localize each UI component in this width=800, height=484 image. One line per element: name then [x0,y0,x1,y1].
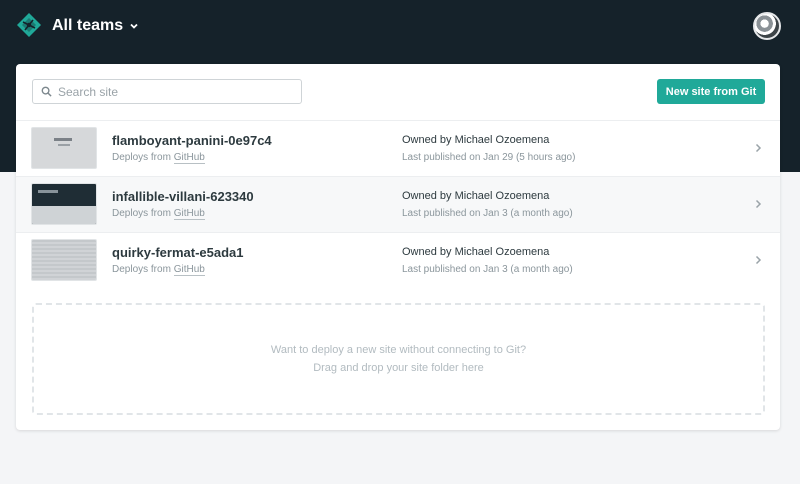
netlify-logo-icon[interactable] [16,12,42,38]
site-row[interactable]: flamboyant-panini-0e97c4 Deploys from Gi… [16,120,780,176]
search-field[interactable] [32,79,302,104]
chevron-right-icon [755,199,762,209]
deploy-source: Deploys from GitHub [112,152,205,164]
site-name[interactable]: flamboyant-panini-0e97c4 [112,133,272,148]
team-switcher-label: All teams [52,17,124,34]
deploy-source: Deploys from GitHub [112,264,205,276]
chevron-right-icon [755,255,762,265]
site-row[interactable]: infallible-villani-623340 Deploys from G… [16,176,780,232]
last-published: Last published on Jan 3 (a month ago) [402,208,573,219]
last-published: Last published on Jan 29 (5 hours ago) [402,152,576,163]
site-name[interactable]: infallible-villani-623340 [112,189,254,204]
chevron-right-icon [755,143,762,153]
search-input[interactable] [58,84,288,99]
deploy-source-prefix: Deploys from [112,264,174,275]
sites-card: New site from Git flamboyant-panini-0e97… [16,64,780,430]
deploy-source-prefix: Deploys from [112,208,174,219]
site-name[interactable]: quirky-fermat-e5ada1 [112,245,244,260]
chevron-down-icon [130,23,138,29]
site-thumbnail [31,239,97,281]
site-thumbnail [31,127,97,169]
deploy-source-link[interactable]: GitHub [173,152,205,164]
deploy-source: Deploys from GitHub [112,208,205,220]
new-site-from-git-button[interactable]: New site from Git [657,79,765,104]
deploy-source-link[interactable]: GitHub [173,208,205,220]
dropzone-prompt: Want to deploy a new site without connec… [270,344,527,356]
last-published: Last published on Jan 3 (a month ago) [402,264,573,275]
site-row[interactable]: quirky-fermat-e5ada1 Deploys from GitHub… [16,232,780,288]
site-owner: Owned by Michael Ozoemena [402,190,550,202]
deploy-source-link[interactable]: GitHub [173,264,205,276]
deploy-source-prefix: Deploys from [112,152,174,163]
drag-drop-zone[interactable]: Want to deploy a new site without connec… [32,303,765,415]
dropzone-instruction: Drag and drop your site folder here [313,362,484,374]
team-switcher[interactable]: All teams [52,16,139,36]
search-icon [41,86,52,97]
avatar[interactable] [753,12,781,40]
site-thumbnail [31,183,97,225]
site-owner: Owned by Michael Ozoemena [402,246,550,258]
site-owner: Owned by Michael Ozoemena [402,134,550,146]
